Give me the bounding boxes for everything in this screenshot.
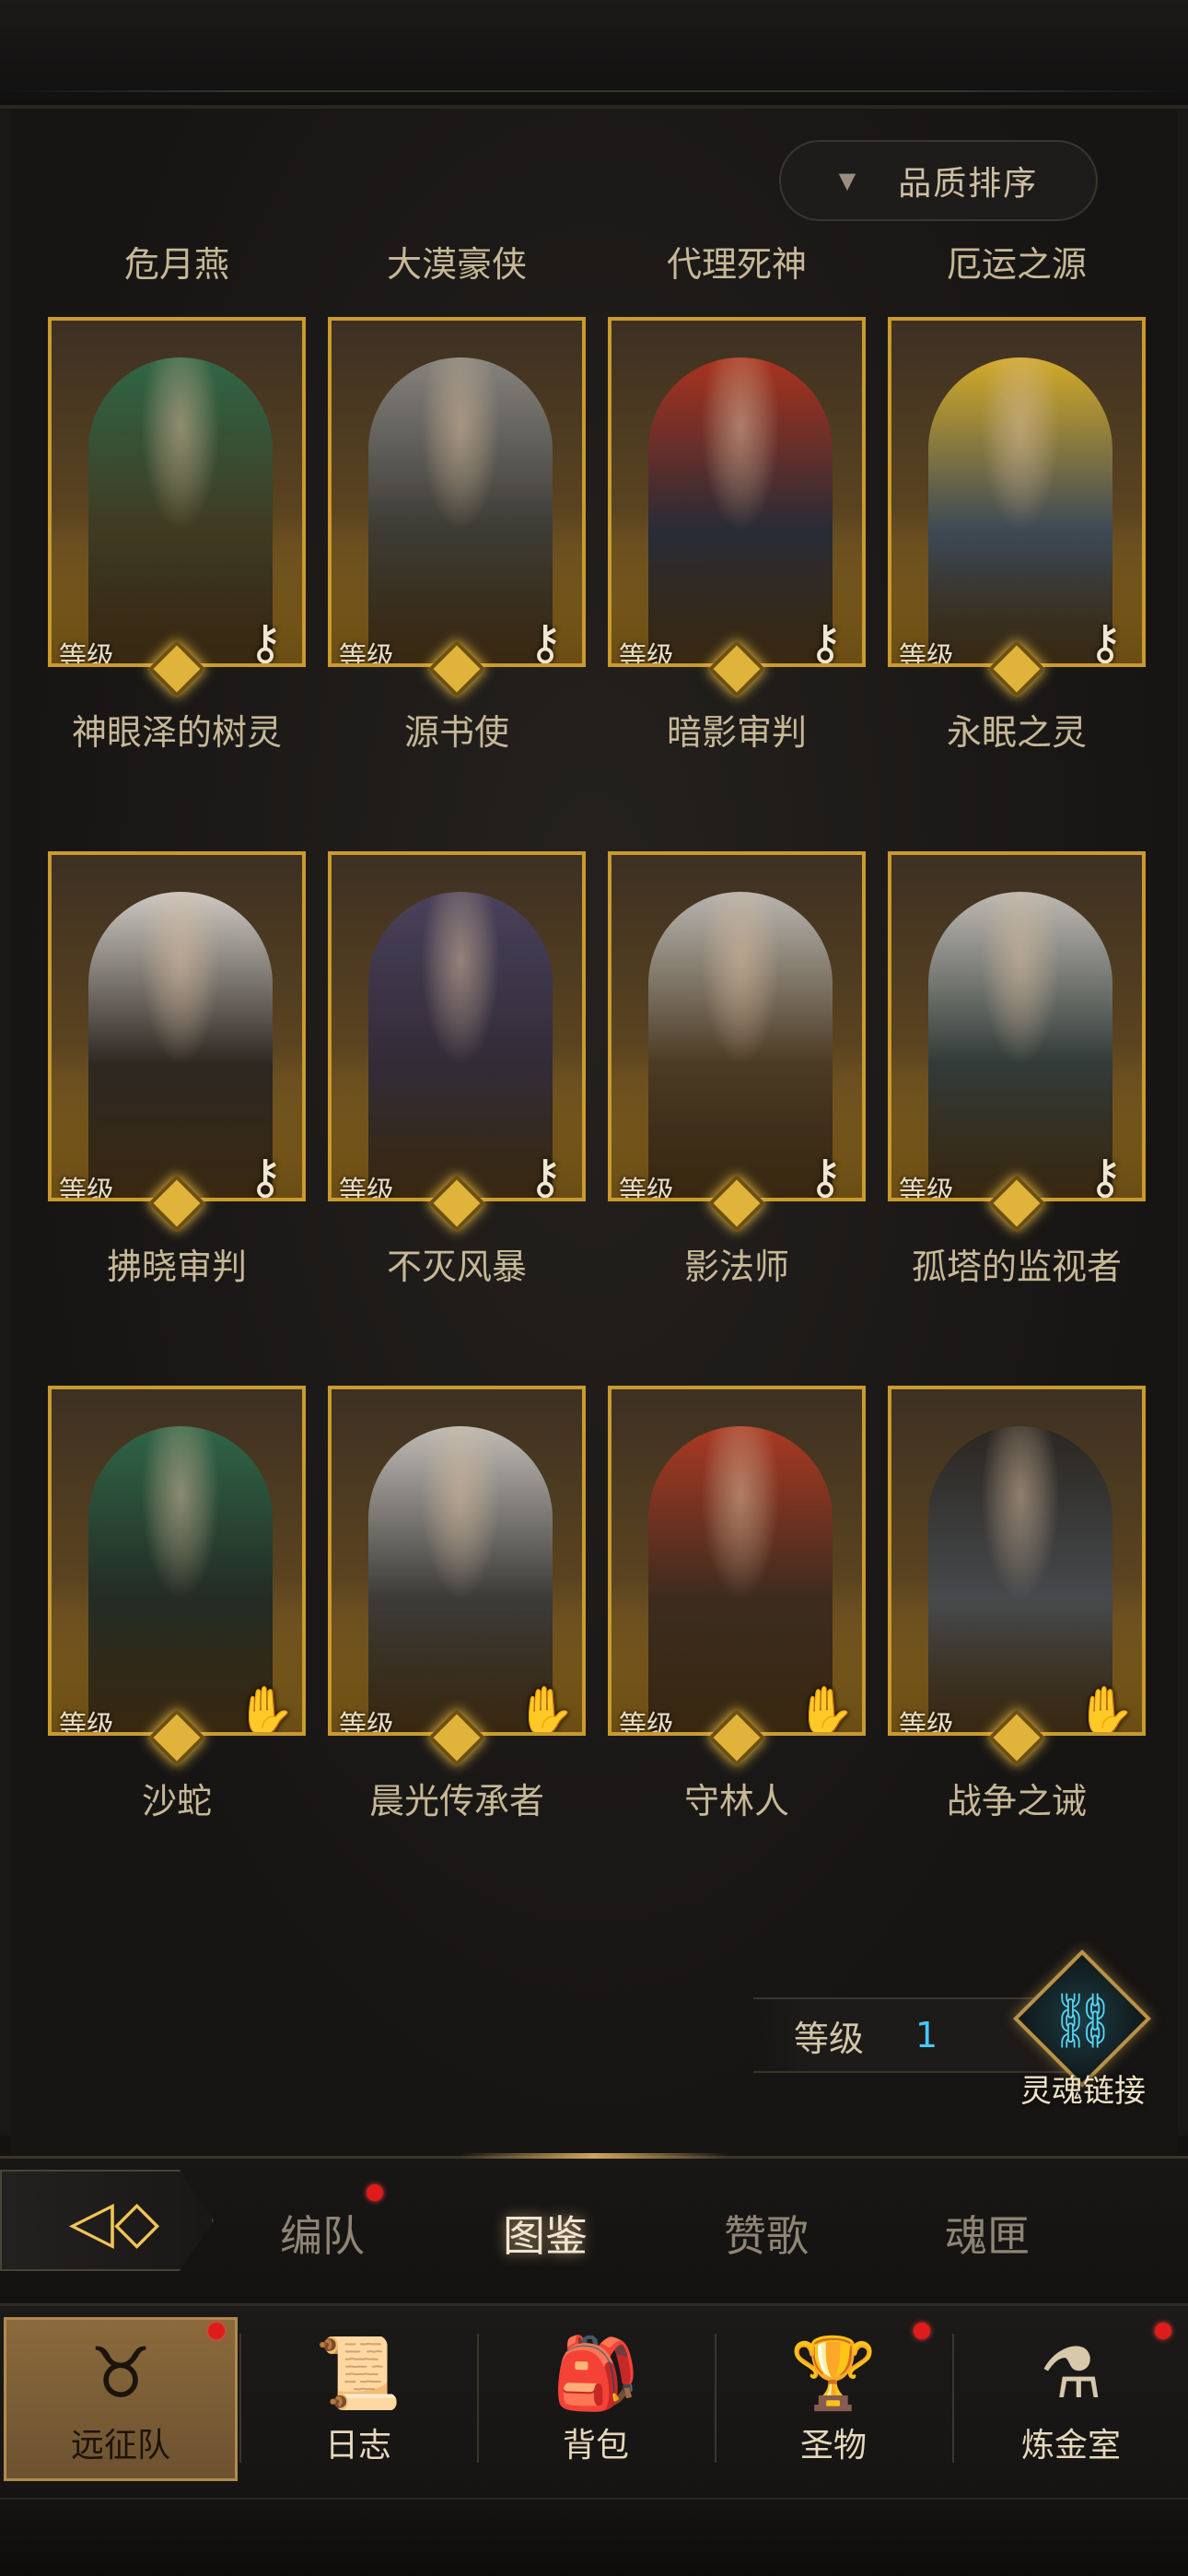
hero-portrait: 等级 1 ⚷	[328, 317, 586, 667]
back-button[interactable]: ◁◇	[0, 2170, 214, 2271]
level-label: 等级	[899, 1176, 954, 1201]
tab-codex[interactable]: 图鉴	[462, 2203, 628, 2264]
hand-icon: ✋	[796, 1684, 856, 1736]
hero-portrait: 等级 1 ✋	[328, 1386, 586, 1736]
level-label: 等级	[59, 1176, 114, 1201]
tab-hymn[interactable]: 赞歌	[683, 2203, 849, 2264]
level-label: 等级	[794, 2018, 865, 2059]
chain-link-icon: ⛓	[1049, 1989, 1117, 2052]
tab-label: 编队	[280, 2211, 365, 2261]
hero-portrait: 等级 1 ⚷	[608, 317, 866, 667]
key-icon: ⚷	[247, 1150, 284, 1201]
hero-card[interactable]: 代理死神 等级 1 ⚷ 暗影审判	[608, 236, 866, 753]
soul-link-label: 灵魂链接	[1020, 2073, 1146, 2110]
hero-card[interactable]: 厄运之源 等级 1 ⚷ 永眠之灵	[888, 236, 1146, 753]
hero-name-bottom: 战争之诫	[946, 1781, 1087, 1821]
sub-tab-bar: ◁◇ 编队 图鉴 赞歌 魂匣	[0, 2153, 1188, 2303]
nav-backpack[interactable]: 🎒 背包	[479, 2317, 713, 2481]
nav-label: 日志	[324, 2427, 391, 2465]
right-rail	[1177, 109, 1188, 2136]
top-frame	[0, 0, 1188, 109]
hero-card[interactable]: 危月燕 等级 1 ⚷ 神眼泽的树灵	[48, 236, 306, 753]
key-icon: ⚷	[807, 615, 844, 667]
tab-soul-box[interactable]: 魂匣	[904, 2203, 1070, 2264]
hero-name-bottom: 永眠之灵	[946, 712, 1087, 753]
hand-icon: ✋	[1076, 1684, 1136, 1736]
hero-card[interactable]: 不灭风暴 等级 1 ✋ 晨光传承者	[328, 1305, 586, 1821]
level-label: 等级	[339, 1176, 394, 1201]
sort-label: 品质排序	[898, 165, 1039, 203]
hero-card[interactable]: 影法师 等级 1 ✋ 守林人	[608, 1305, 866, 1821]
level-label: 等级	[899, 1710, 954, 1736]
key-icon: ⚷	[1087, 615, 1124, 667]
hand-icon: ✋	[236, 1684, 296, 1736]
tab-label: 魂匣	[945, 2211, 1030, 2261]
nav-floor	[0, 2498, 1188, 2576]
left-rail	[0, 109, 11, 2136]
level-label: 等级	[59, 641, 114, 667]
backpack-icon: 🎒	[552, 2332, 640, 2414]
hero-card[interactable]: 源书使 等级 1 ⚷ 不灭风暴	[328, 770, 586, 1287]
hero-card[interactable]: 神眼泽的树灵 等级 1 ⚷ 拂晓审判	[48, 770, 306, 1287]
hero-portrait: 等级 1 ✋	[48, 1386, 306, 1736]
hero-portrait: 等级 1 ⚷	[608, 851, 866, 1201]
quality-sort-button[interactable]: ▼ 品质排序	[779, 140, 1098, 221]
chalice-icon: 🏆	[789, 2332, 878, 2414]
level-label: 等级	[619, 641, 674, 667]
level-label: 等级	[619, 1176, 674, 1201]
hero-portrait: 等级 1 ⚷	[48, 317, 306, 667]
nav-label: 背包	[562, 2427, 629, 2465]
scroll-icon: 📜	[314, 2332, 402, 2414]
hero-card[interactable]: 孤塔的监视者 等级 1 ✋ 战争之诫	[888, 1305, 1146, 1821]
key-icon: ⚷	[247, 615, 284, 667]
hero-name-bottom: 孤塔的监视者	[911, 1247, 1122, 1287]
soul-link-button[interactable]: ⛓ 灵魂链接	[998, 1950, 1168, 2110]
hero-card[interactable]: 暗影审判 等级 1 ⚷ 影法师	[608, 770, 866, 1287]
arrow-diamond-icon: ◁◇	[68, 2188, 160, 2256]
nav-label: 远征队	[70, 2427, 170, 2465]
nav-relics-badge	[914, 2323, 930, 2339]
tab-formation-badge	[367, 2184, 383, 2201]
tab-label: 赞歌	[724, 2211, 809, 2261]
tab-formation[interactable]: 编队	[239, 2203, 405, 2264]
hero-portrait: 等级 1 ⚷	[328, 851, 586, 1201]
hero-portrait: 等级 1 ✋	[608, 1386, 866, 1736]
level-label: 等级	[339, 1710, 394, 1736]
key-icon: ⚷	[1087, 1150, 1124, 1201]
nav-alchemy[interactable]: ⚗ 炼金室	[954, 2317, 1188, 2481]
hero-portrait: 等级 1 ⚷	[888, 851, 1146, 1201]
tab-label: 图鉴	[503, 2211, 588, 2261]
nav-journal[interactable]: 📜 日志	[241, 2317, 475, 2481]
hero-portrait: 等级 1 ✋	[888, 1386, 1146, 1736]
hero-name-top: 厄运之源	[946, 244, 1087, 285]
tab-ornament	[460, 2153, 728, 2159]
key-icon: ⚷	[807, 1150, 844, 1201]
hero-portrait: 等级 1 ⚷	[888, 317, 1146, 667]
bottom-navigation: ♉ 远征队 📜 日志 🎒 背包 🏆 圣物 ⚗ 炼金室	[0, 2303, 1188, 2576]
level-label: 等级	[59, 1710, 114, 1736]
nav-expedition[interactable]: ♉ 远征队	[4, 2317, 238, 2481]
key-icon: ⚷	[527, 615, 564, 667]
level-value: 1	[915, 2015, 938, 2055]
nav-label: 炼金室	[1020, 2427, 1121, 2465]
horned-helmet-icon: ♉	[88, 2332, 153, 2414]
nav-alchemy-badge	[1155, 2323, 1171, 2339]
level-label: 等级	[619, 1710, 674, 1736]
hero-card[interactable]: 拂晓审判 等级 1 ✋ 沙蛇	[48, 1305, 306, 1821]
nav-expedition-badge	[208, 2323, 225, 2339]
nav-label: 圣物	[799, 2427, 867, 2465]
hero-card[interactable]: 大漠豪侠 等级 1 ⚷ 源书使	[328, 236, 586, 753]
level-label: 等级	[339, 641, 394, 667]
hero-card[interactable]: 永眠之灵 等级 1 ⚷ 孤塔的监视者	[888, 770, 1146, 1287]
nav-relics[interactable]: 🏆 圣物	[716, 2317, 950, 2481]
key-icon: ⚷	[527, 1150, 564, 1201]
level-label: 等级	[899, 641, 954, 667]
alchemy-icon: ⚗	[1039, 2332, 1103, 2414]
hero-portrait: 等级 1 ⚷	[48, 851, 306, 1201]
triangle-down-icon: ▼	[838, 168, 856, 193]
hand-icon: ✋	[516, 1684, 576, 1736]
